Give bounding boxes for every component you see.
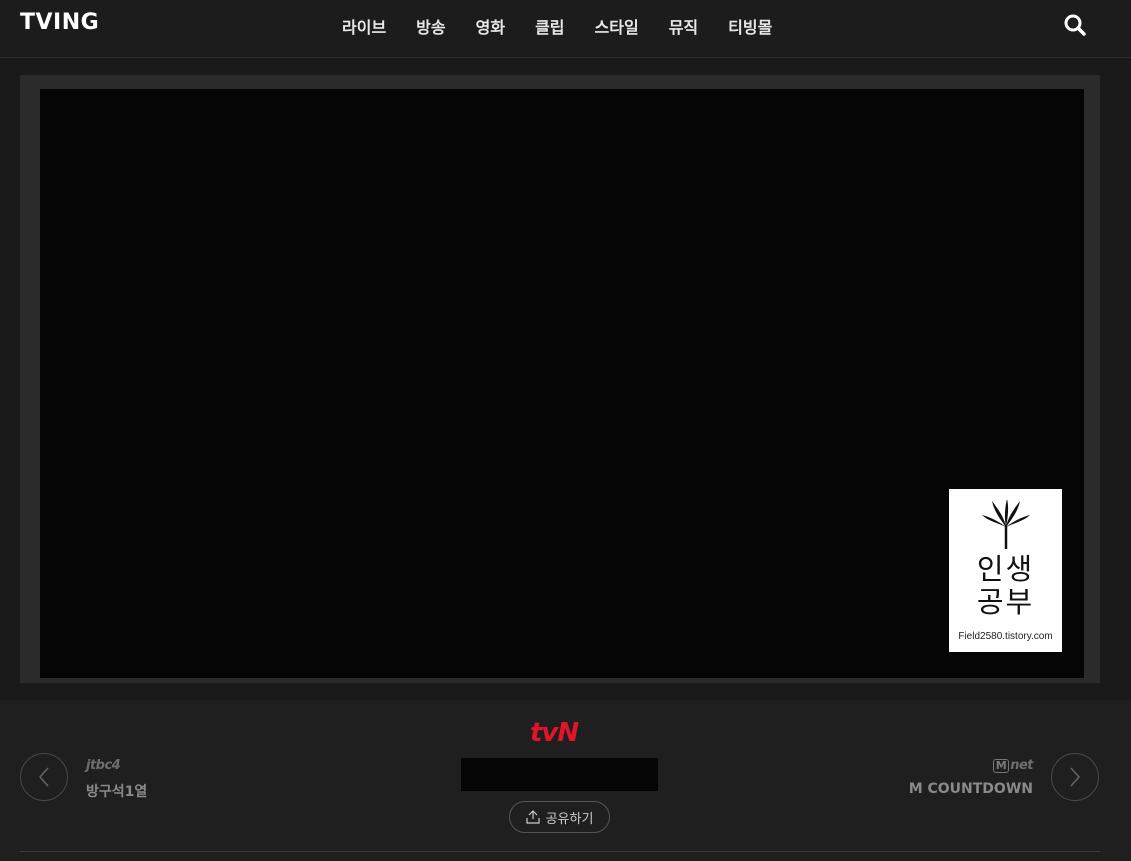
nav-item-mall[interactable]: 티빙몰 <box>728 14 772 38</box>
next-channel-text: net <box>1010 758 1033 773</box>
video-player[interactable]: 인생 공부 Field2580.tistory.com <box>40 89 1084 678</box>
program-info: jtbc4 방구석1열 tvN 공유하기 Mnet M COUNTDOWN <box>0 700 1131 861</box>
prev-channel-button[interactable] <box>20 753 68 801</box>
program-title-bar <box>461 758 658 791</box>
nav-item-clip[interactable]: 클립 <box>535 14 564 38</box>
prev-channel-logo: jtbc4 <box>86 758 121 773</box>
watermark-badge: 인생 공부 Field2580.tistory.com <box>949 489 1062 652</box>
watermark-url: Field2580.tistory.com <box>958 631 1053 642</box>
player-frame: 인생 공부 Field2580.tistory.com <box>20 75 1100 683</box>
share-label: 공유하기 <box>545 811 594 827</box>
next-channel-button[interactable] <box>1051 753 1099 801</box>
nav-item-style[interactable]: 스타일 <box>595 14 639 38</box>
player-section: 인생 공부 Field2580.tistory.com <box>0 58 1131 700</box>
next-channel-badge: M <box>992 759 1010 773</box>
leaf-icon <box>982 499 1030 549</box>
nav-item-music[interactable]: 뮤직 <box>669 14 698 38</box>
share-button[interactable]: 공유하기 <box>509 801 610 833</box>
prev-program-name: 방구석1열 <box>86 784 148 800</box>
next-program-name: M COUNTDOWN <box>908 781 1033 797</box>
chevron-left-icon <box>38 767 49 787</box>
main-nav: 라이브 방송 영화 클립 스타일 뮤직 티빙몰 <box>342 14 802 38</box>
top-header: TVING 라이브 방송 영화 클립 스타일 뮤직 티빙몰 <box>0 0 1131 58</box>
search-button[interactable] <box>1062 12 1088 38</box>
next-channel-info[interactable]: Mnet M COUNTDOWN <box>908 758 1034 797</box>
share-icon <box>525 810 540 824</box>
chevron-right-icon <box>1070 767 1081 787</box>
watermark-title: 인생 공부 <box>976 552 1035 619</box>
divider <box>20 851 1100 852</box>
prev-channel-info[interactable]: jtbc4 방구석1열 <box>86 758 147 801</box>
next-channel-logo: Mnet <box>909 758 1033 773</box>
nav-item-broadcast[interactable]: 방송 <box>416 14 445 38</box>
search-icon <box>1064 14 1086 36</box>
tving-logo[interactable]: TVING <box>20 10 99 35</box>
nav-item-live[interactable]: 라이브 <box>342 14 386 38</box>
nav-item-movie[interactable]: 영화 <box>476 14 505 38</box>
channel-logo: tvN <box>530 718 579 748</box>
